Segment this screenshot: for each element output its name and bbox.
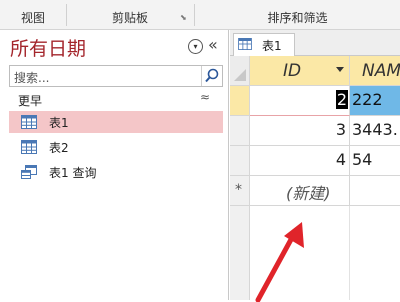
search-icon: [205, 68, 219, 83]
nav-search-box[interactable]: 搜索...: [9, 65, 223, 87]
nav-pane-title[interactable]: 所有日期: [10, 34, 86, 61]
nav-item-table2[interactable]: 表2: [9, 136, 223, 158]
collapse-group-icon[interactable]: ≈: [200, 90, 210, 104]
row-selector[interactable]: [230, 146, 250, 176]
tab-label: 表1: [262, 39, 282, 53]
column-header-label: ID: [283, 61, 302, 81]
nav-item-label: 表2: [49, 141, 69, 155]
new-record-cell[interactable]: (新建): [250, 176, 350, 206]
row-selector[interactable]: [230, 86, 250, 116]
nav-group-header[interactable]: 更早: [18, 92, 42, 109]
cell-value: 4: [335, 150, 346, 169]
annotation-arrow-icon: [255, 222, 304, 302]
new-row-marker: *: [235, 182, 242, 198]
dialog-launcher-icon[interactable]: ⬊: [180, 14, 188, 22]
cell-value: 2: [335, 90, 348, 109]
new-row-selector[interactable]: *: [230, 176, 250, 206]
cell-id[interactable]: 4: [250, 146, 350, 176]
cell-name[interactable]: 3443.: [350, 116, 400, 146]
cell-id[interactable]: 3: [250, 116, 350, 146]
nav-menu-dropdown-icon[interactable]: ▾: [188, 39, 203, 54]
cell-value: 3443.: [352, 120, 398, 139]
nav-item-table1[interactable]: 表1: [9, 111, 223, 133]
cell-id[interactable]: 2: [250, 86, 350, 116]
ribbon-group-clipboard[interactable]: 剪贴板: [67, 0, 193, 29]
new-record-label: (新建): [286, 184, 331, 203]
column-header-id[interactable]: ID: [250, 56, 350, 86]
cell-name[interactable]: 222: [350, 86, 400, 116]
ribbon-group-sort-filter[interactable]: 排序和筛选: [195, 0, 400, 29]
search-button[interactable]: [201, 66, 222, 86]
row-selector[interactable]: [230, 116, 250, 146]
query-icon: [21, 165, 37, 179]
ribbon-group-view[interactable]: 视图: [0, 0, 66, 29]
navigation-pane: 所有日期 ▾ « 搜索... 更早 ≈ 表1 表2 表1 查询: [0, 30, 229, 300]
search-input[interactable]: 搜索...: [14, 69, 49, 86]
column-divider: [349, 206, 350, 300]
tab-table1[interactable]: 表1: [233, 33, 295, 56]
cell-name[interactable]: 54: [350, 146, 400, 176]
nav-item-label: 表1: [49, 116, 69, 130]
select-all-icon: [234, 69, 246, 81]
column-dropdown-icon[interactable]: [336, 67, 344, 73]
table-icon: [21, 115, 37, 129]
nav-item-query1[interactable]: 表1 查询: [9, 161, 223, 183]
nav-item-label: 表1 查询: [49, 166, 97, 180]
table-icon: [238, 38, 252, 50]
column-header-name[interactable]: NAM: [350, 56, 400, 86]
cell-name[interactable]: [350, 176, 400, 206]
table-icon: [21, 140, 37, 154]
column-header-label: NAM: [362, 61, 400, 81]
collapse-pane-icon[interactable]: «: [208, 35, 218, 54]
document-tab-bar: 表1: [230, 30, 400, 56]
ribbon-group-labels: 视图 剪贴板 ⬊ 排序和筛选: [0, 0, 400, 30]
cell-value: 222: [352, 90, 383, 109]
cell-value: 3: [335, 120, 346, 139]
select-all-corner[interactable]: [230, 56, 250, 86]
cell-value: 54: [352, 150, 373, 169]
